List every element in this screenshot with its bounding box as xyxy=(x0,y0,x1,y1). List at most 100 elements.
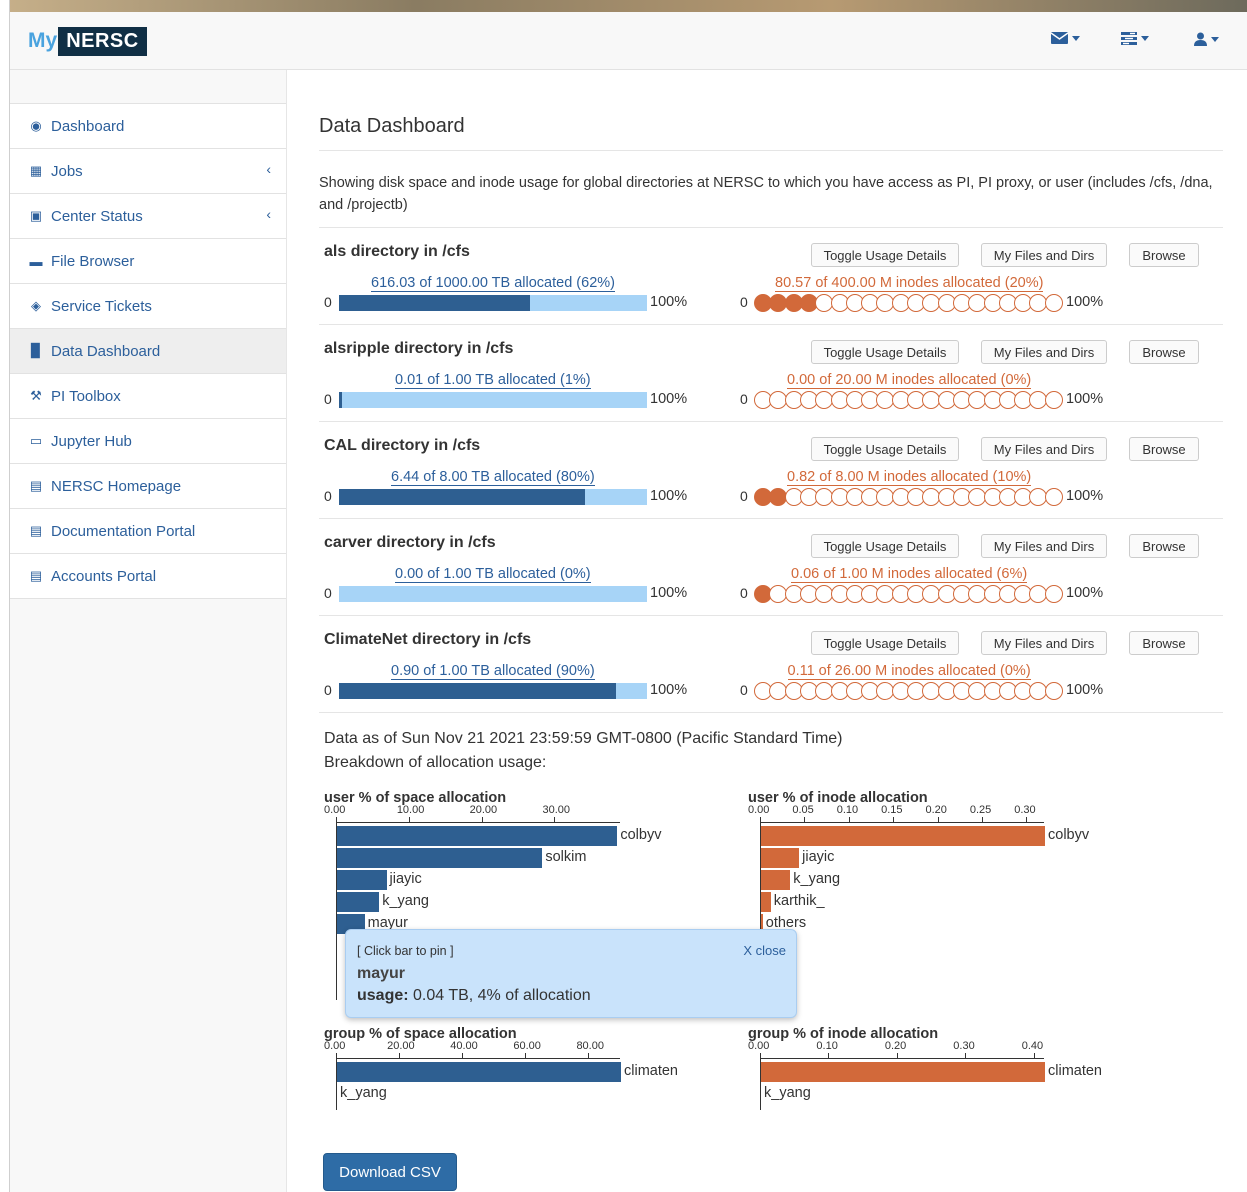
browse-button[interactable]: Browse xyxy=(1129,631,1199,655)
logo-nersc: NERSC xyxy=(58,26,147,56)
chart-bar[interactable] xyxy=(761,892,771,912)
sidebar-item-label: Jobs xyxy=(51,162,83,180)
browse-button[interactable]: Browse xyxy=(1129,437,1199,461)
space-usage-bar xyxy=(339,586,647,602)
chart-bar[interactable] xyxy=(761,826,1045,846)
tooltip-usage: usage: 0.04 TB, 4% of allocation xyxy=(357,987,591,1005)
chart-bar[interactable] xyxy=(761,1062,1045,1082)
directory-row: CAL directory in /cfs Toggle Usage Detail… xyxy=(319,422,1223,519)
toggle-usage-details-button[interactable]: Toggle Usage Details xyxy=(811,243,959,267)
sidebar-item-documentation-portal[interactable]: ▤ Documentation Portal xyxy=(10,509,286,554)
inode-zero-label: 0 xyxy=(740,488,748,504)
browse-button[interactable]: Browse xyxy=(1129,340,1199,364)
space-usage-label[interactable]: 616.03 of 1000.00 TB allocated (62%) xyxy=(371,275,615,292)
main-content: Data Dashboard Showing disk space and in… xyxy=(319,100,1223,775)
inode-usage-circles xyxy=(754,294,1064,312)
chart-title: group % of inode allocation xyxy=(748,1026,939,1042)
tick-label: 0.20 xyxy=(925,804,947,816)
tick-mark xyxy=(937,817,939,822)
tick-label: 0.05 xyxy=(792,804,814,816)
inode-usage-label[interactable]: 80.57 of 400.00 M inodes allocated (20%) xyxy=(775,275,1044,292)
space-zero-label: 0 xyxy=(324,585,332,601)
bar-label: jiayic xyxy=(802,849,835,865)
sidebar-item-label: Data Dashboard xyxy=(51,342,161,360)
inode-circle xyxy=(1044,294,1063,312)
tick-label: 0.30 xyxy=(953,1040,975,1052)
tick-label: 30.00 xyxy=(542,804,570,816)
sidebar-item-jupyter-hub[interactable]: ▭ Jupyter Hub xyxy=(10,419,286,464)
toggle-usage-details-button[interactable]: Toggle Usage Details xyxy=(811,437,959,461)
sidebar-item-center-status[interactable]: ▣ Center Status ‹ xyxy=(10,194,286,239)
bar-label: climaten xyxy=(624,1063,678,1079)
chart-bar[interactable] xyxy=(337,892,380,912)
space-usage-bar xyxy=(339,683,647,699)
top-color-stripe xyxy=(0,0,1247,12)
bar-chart-icon: ▉ xyxy=(31,343,41,358)
directory-name: alsripple directory in /cfs xyxy=(324,340,514,357)
sidebar-item-accounts-portal[interactable]: ▤ Accounts Portal xyxy=(10,554,286,599)
chevron-left-icon: ‹ xyxy=(266,161,271,177)
space-usage-label[interactable]: 0.90 of 1.00 TB allocated (90%) xyxy=(391,663,595,680)
inode-usage-label[interactable]: 0.11 of 26.00 M inodes allocated (0%) xyxy=(787,663,1031,680)
user-icon[interactable] xyxy=(1194,32,1219,46)
chart-bar[interactable] xyxy=(761,870,791,890)
sidebar-item-file-browser[interactable]: ▬ File Browser xyxy=(10,239,286,284)
space-usage-fill xyxy=(339,489,586,505)
space-usage-label[interactable]: 6.44 of 8.00 TB allocated (80%) xyxy=(391,469,595,486)
top-navbar: My NERSC xyxy=(10,12,1247,70)
chart-bar[interactable] xyxy=(337,870,387,890)
sidebar-item-jobs[interactable]: ▦ Jobs ‹ xyxy=(10,149,286,194)
tick-mark xyxy=(336,1053,337,1058)
browse-button[interactable]: Browse xyxy=(1129,243,1199,267)
my-files-and-dirs-button[interactable]: My Files and Dirs xyxy=(981,243,1107,267)
sidebar-item-label: Dashboard xyxy=(51,117,125,135)
inode-usage-label[interactable]: 0.06 of 1.00 M inodes allocated (6%) xyxy=(791,566,1028,583)
browse-button[interactable]: Browse xyxy=(1129,534,1199,558)
window-left-edge xyxy=(0,0,10,1192)
tick-mark xyxy=(1033,1053,1035,1058)
desktop-icon: ▭ xyxy=(29,433,43,448)
chart-bar[interactable] xyxy=(337,1062,621,1082)
space-usage-label[interactable]: 0.01 of 1.00 TB allocated (1%) xyxy=(395,372,591,389)
chart-bar[interactable] xyxy=(761,848,800,868)
tick-mark xyxy=(828,1053,830,1058)
my-files-and-dirs-button[interactable]: My Files and Dirs xyxy=(981,437,1107,461)
tick-label: 0.15 xyxy=(881,804,903,816)
space-usage-label[interactable]: 0.00 of 1.00 TB allocated (0%) xyxy=(395,566,591,583)
inode-usage-label[interactable]: 0.82 of 8.00 M inodes allocated (10%) xyxy=(787,469,1032,486)
inode-zero-label: 0 xyxy=(740,391,748,407)
sidebar-item-nersc-homepage[interactable]: ▤ NERSC Homepage xyxy=(10,464,286,509)
my-files-and-dirs-button[interactable]: My Files and Dirs xyxy=(981,340,1107,364)
sidebar-item-pi-toolbox[interactable]: ⚒ PI Toolbox xyxy=(10,374,286,419)
inode-usage-label[interactable]: 0.00 of 20.00 M inodes allocated (0%) xyxy=(787,372,1032,389)
sidebar-item-label: NERSC Homepage xyxy=(51,477,182,495)
sidebar-item-service-tickets[interactable]: ◈ Service Tickets xyxy=(10,284,286,329)
my-files-and-dirs-button[interactable]: My Files and Dirs xyxy=(981,631,1107,655)
sidebar-item-data-dashboard[interactable]: ▉ Data Dashboard xyxy=(10,329,286,374)
chevron-left-icon: ‹ xyxy=(266,206,271,222)
directory-row: als directory in /cfs Toggle Usage Detail… xyxy=(319,228,1223,325)
as-of-text: Data as of Sun Nov 21 2021 23:59:59 GMT-… xyxy=(324,730,843,747)
tooltip-close-button[interactable]: X close xyxy=(743,943,786,958)
bar-label: colbyv xyxy=(1048,827,1090,843)
toggle-usage-details-button[interactable]: Toggle Usage Details xyxy=(811,631,959,655)
tick-label: 10.00 xyxy=(396,804,425,816)
tick-label: 0.00 xyxy=(324,804,346,816)
envelope-icon[interactable] xyxy=(1051,32,1080,44)
inode-usage-circles xyxy=(754,488,1064,506)
data-as-of: Data as of Sun Nov 21 2021 23:59:59 GMT-… xyxy=(324,727,1223,775)
tick-label: 0.00 xyxy=(748,804,770,816)
mynersc-logo[interactable]: My NERSC xyxy=(28,24,147,58)
chart-bar[interactable] xyxy=(337,848,543,868)
tasks-icon[interactable] xyxy=(1121,32,1149,45)
chart-bar[interactable] xyxy=(337,826,618,846)
toggle-usage-details-button[interactable]: Toggle Usage Details xyxy=(811,340,959,364)
download-csv-button[interactable]: Download CSV xyxy=(323,1153,457,1191)
my-files-and-dirs-button[interactable]: My Files and Dirs xyxy=(981,534,1107,558)
tick-mark xyxy=(336,817,337,822)
space-100-label: 100% xyxy=(650,585,688,601)
tick-label: 0.40 xyxy=(1021,1040,1044,1052)
toggle-usage-details-button[interactable]: Toggle Usage Details xyxy=(811,534,959,558)
tick-label: 0.00 xyxy=(324,1040,346,1052)
sidebar-item-dashboard[interactable]: ◉ Dashboard xyxy=(10,104,286,149)
